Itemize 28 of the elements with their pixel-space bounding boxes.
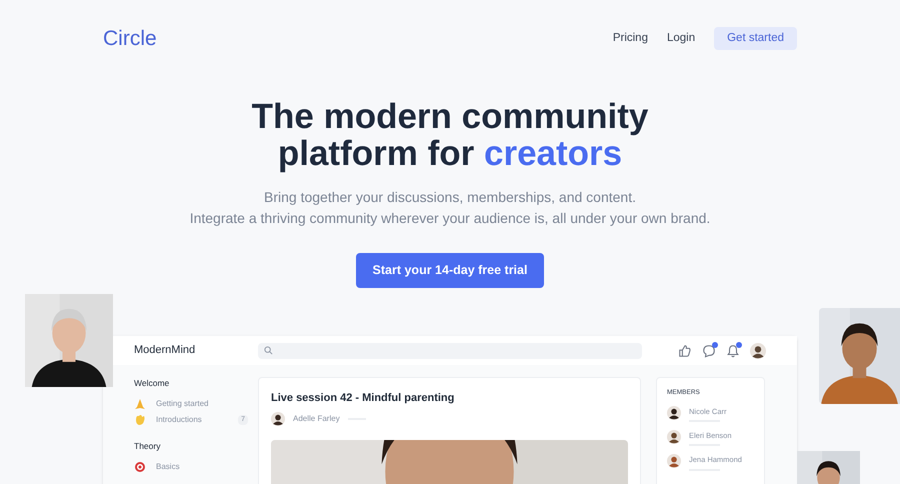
get-started-button[interactable]: Get started [714, 27, 797, 50]
sidebar-item[interactable]: Introductions [156, 414, 202, 426]
sidebar-heading: Theory [134, 440, 162, 452]
post-title: Live session 42 - Mindful parenting [271, 391, 456, 406]
sidebar-heading: Welcome [134, 377, 170, 390]
logo[interactable]: Circle [103, 23, 157, 54]
hand-icon [134, 414, 146, 426]
chat-icon[interactable] [702, 344, 716, 358]
hero-subtitle: Integrate a thriving community wherever your audience is, all under your own brand. [190, 208, 710, 228]
hero-title: The modern community platform for creators [252, 98, 648, 172]
thumbs-up-icon[interactable] [678, 344, 692, 358]
target-icon [134, 460, 146, 472]
avatar-icon [667, 430, 681, 444]
bell-icon[interactable] [726, 344, 740, 358]
nav-link[interactable]: Pricing [612, 30, 648, 48]
sidebar-item[interactable]: Basics [156, 460, 180, 472]
hero-subtitle: Bring together your discussions, memberships, and content. [264, 188, 636, 207]
search-icon [264, 346, 273, 355]
free-trial-button[interactable]: Start your 14-day free trial [356, 252, 544, 288]
nav-link[interactable]: Login [666, 30, 696, 48]
avatar-icon [750, 342, 766, 358]
avatar-icon [667, 454, 681, 468]
sidebar-item[interactable]: Getting started [156, 398, 208, 410]
author-name: Adelle Farley [293, 412, 340, 424]
community-name: ModernMind [134, 343, 196, 358]
avatar-icon [667, 406, 681, 420]
avatar-icon [271, 412, 285, 426]
search-field[interactable] [258, 342, 642, 358]
